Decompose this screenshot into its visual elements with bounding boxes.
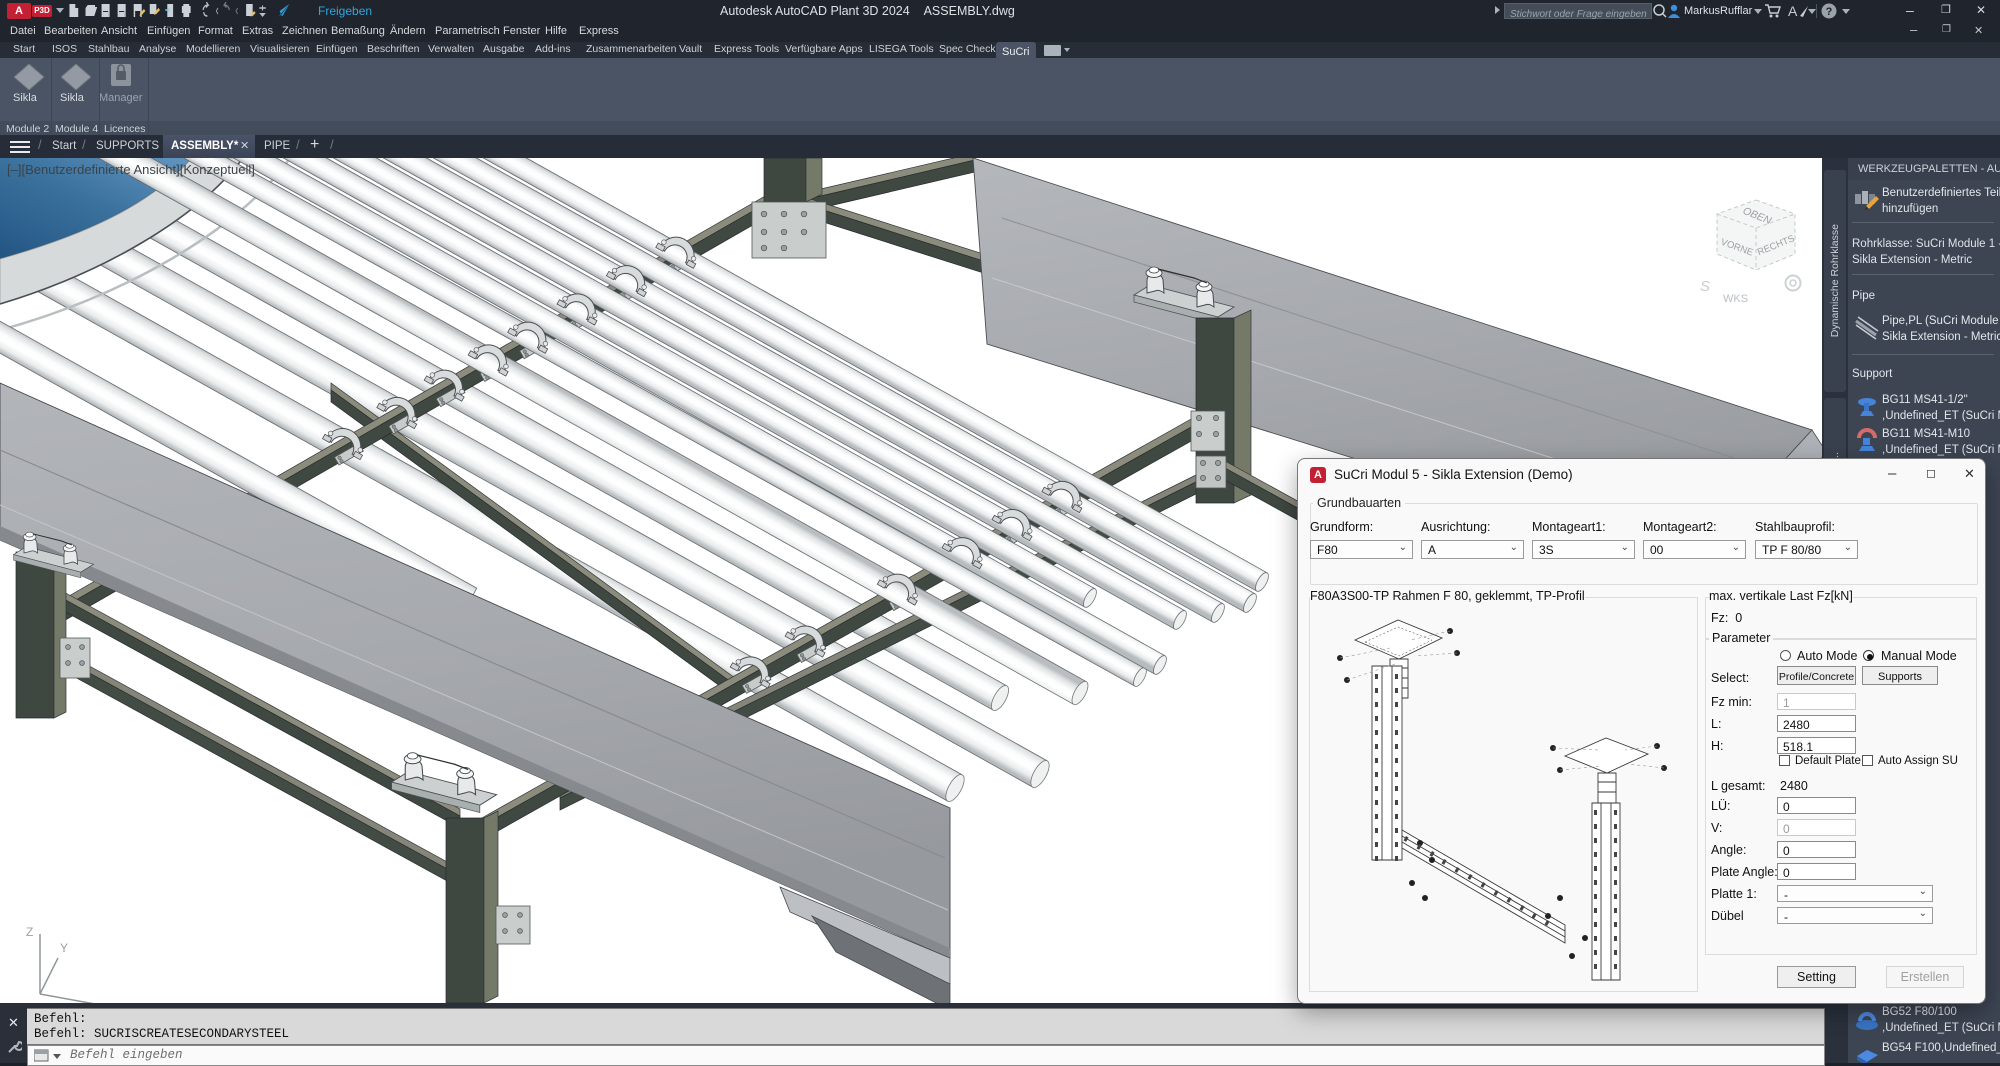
svg-text:S: S <box>1700 278 1710 295</box>
svg-text:Y: Y <box>60 941 68 955</box>
svg-text:A: A <box>1788 3 1798 19</box>
svg-text:WKS: WKS <box>1723 293 1748 305</box>
svg-text:Z: Z <box>26 925 33 939</box>
svg-text:?: ? <box>1826 6 1833 18</box>
